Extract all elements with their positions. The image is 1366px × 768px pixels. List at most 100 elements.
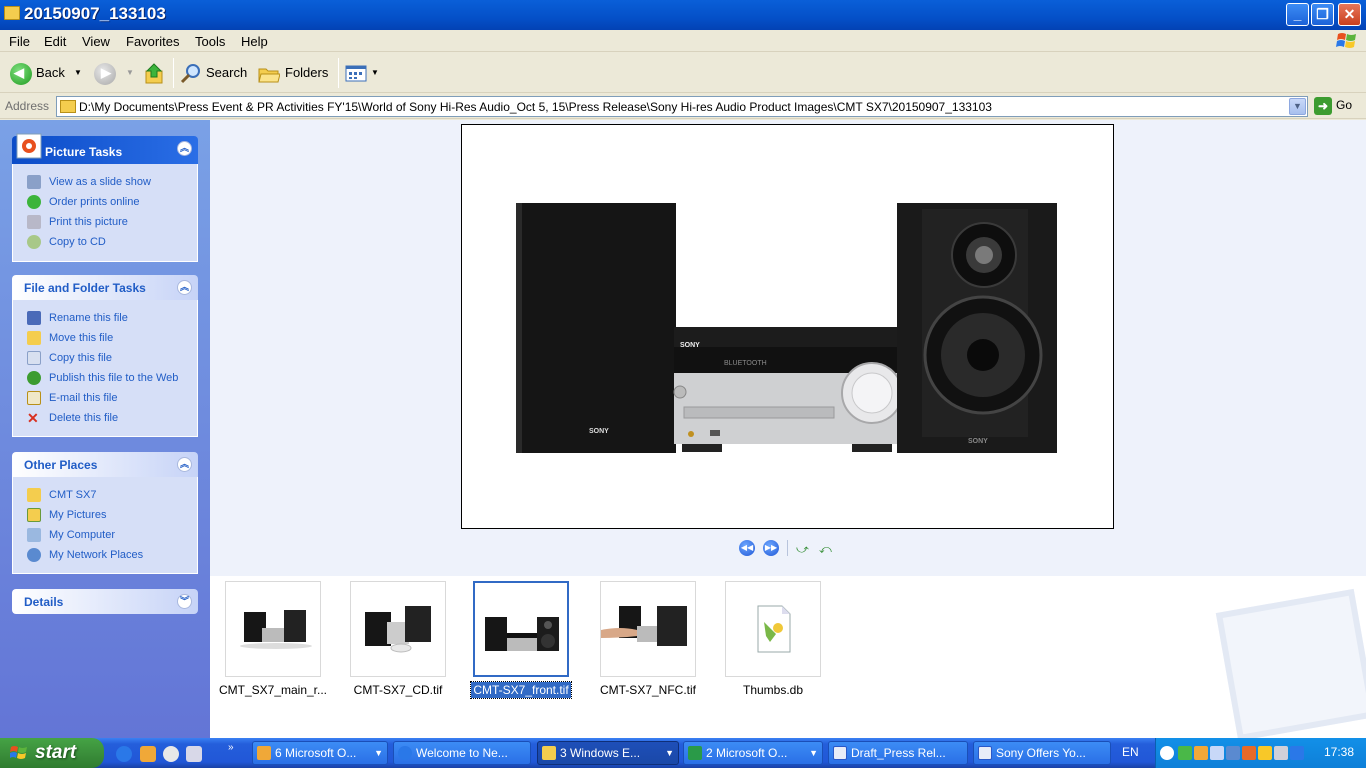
task-email-file[interactable]: E-mail this file (25, 388, 197, 408)
task-label: Order prints online (49, 196, 140, 208)
menu-help[interactable]: Help (241, 34, 268, 49)
bluetooth-tray-icon[interactable] (1290, 746, 1304, 760)
restore-button[interactable]: ❐ (1311, 3, 1334, 26)
file-folder-tasks-header[interactable]: File and Folder Tasks ︽ (12, 275, 198, 300)
up-folder-button[interactable] (144, 61, 168, 85)
taskbar-button[interactable]: Draft_Press Rel... (828, 741, 968, 765)
copy-icon (27, 351, 41, 365)
speaker-tray-icon[interactable] (1274, 746, 1288, 760)
close-button[interactable]: ✕ (1338, 3, 1361, 26)
search-label: Search (206, 65, 248, 80)
movie-maker-icon[interactable] (186, 746, 202, 762)
toolbar: ◀ Back ▼ ▶ ▼ Search Folders ▼ (0, 53, 1366, 93)
go-button[interactable]: ➜ Go (1314, 97, 1352, 115)
collapse-chevron-icon[interactable]: ︽ (177, 457, 192, 472)
taskbar-button[interactable]: 2 Microsoft O... ▼ (683, 741, 823, 765)
menu-file[interactable]: File (9, 34, 30, 49)
folder-icon (4, 6, 20, 20)
address-dropdown-button[interactable]: ▼ (1289, 98, 1306, 115)
task-print-picture[interactable]: Print this picture (25, 212, 197, 232)
file-thumbnail[interactable]: CMT_SX7_main_r... (219, 581, 327, 697)
tray-expand-icon[interactable] (1160, 746, 1174, 760)
back-button[interactable]: ◀ Back ▼ (8, 61, 84, 85)
task-delete-file[interactable]: ✕ Delete this file (25, 408, 197, 428)
move-icon (27, 331, 41, 345)
place-my-network[interactable]: My Network Places (25, 545, 197, 565)
picture-tasks-header[interactable]: Picture Tasks ︽ (12, 133, 198, 164)
rotate-counterclockwise-button[interactable]: ⤺ (819, 542, 832, 557)
file-thumbnail-selected[interactable]: CMT-SX7_front.tif (470, 581, 572, 699)
task-publish-web[interactable]: Publish this file to the Web (25, 368, 197, 388)
address-bar: Address D:\My Documents\Press Event & PR… (0, 94, 1366, 119)
network-tray-icon[interactable] (1210, 746, 1224, 760)
internet-explorer-icon[interactable] (116, 746, 132, 762)
task-rename-file[interactable]: Rename this file (25, 308, 197, 328)
task-view-slideshow[interactable]: View as a slide show (25, 172, 197, 192)
folders-button[interactable]: Folders (258, 61, 332, 85)
menu-view[interactable]: View (82, 34, 110, 49)
minimize-button[interactable]: _ (1286, 3, 1309, 26)
task-label: View as a slide show (49, 176, 151, 188)
speaker-brand-left: SONY (589, 428, 609, 435)
language-indicator[interactable]: EN (1122, 745, 1139, 759)
menu-edit[interactable]: Edit (44, 34, 66, 49)
folder-icon (542, 746, 556, 760)
taskbar: start » 6 Microsoft O... ▼ Welcome to Ne.… (0, 738, 1366, 768)
task-copy-to-cd[interactable]: Copy to CD (25, 232, 197, 252)
collapse-chevron-icon[interactable]: ︽ (177, 141, 192, 156)
place-my-computer[interactable]: My Computer (25, 525, 197, 545)
taskbar-button-active[interactable]: 3 Windows E... ▼ (537, 741, 679, 765)
display-tray-icon[interactable] (1226, 746, 1240, 760)
antivirus-icon[interactable] (1178, 746, 1192, 760)
collapse-chevron-icon[interactable]: ︽ (177, 280, 192, 295)
taskbar-button[interactable]: 6 Microsoft O... ▼ (252, 741, 388, 765)
back-dropdown-icon[interactable]: ▼ (74, 61, 82, 85)
place-cmt-sx7[interactable]: CMT SX7 (25, 485, 197, 505)
start-button[interactable]: start (0, 738, 104, 768)
thumbnail-picture (601, 606, 687, 646)
title-bar: 20150907_133103 _ ❐ ✕ (0, 0, 1366, 30)
updates-tray-icon[interactable] (1242, 746, 1256, 760)
internet-explorer-icon (398, 746, 412, 760)
task-order-prints[interactable]: Order prints online (25, 192, 197, 212)
views-button[interactable]: ▼ (345, 61, 381, 85)
forward-button[interactable]: ▶ ▼ (92, 61, 136, 85)
security-lock-icon[interactable] (1258, 746, 1272, 760)
taskbar-button[interactable]: Welcome to Ne... (393, 741, 531, 765)
details-header[interactable]: Details ︾ (12, 589, 198, 614)
file-name: CMT-SX7_front.tif (470, 681, 572, 699)
details-panel: Details ︾ (12, 589, 198, 614)
taskbar-button[interactable]: Sony Offers Yo... (973, 741, 1111, 765)
filmstrip-preview-area: SONY SONY BLUETOOTH SONY ◀◀ ▶▶ ⤻ ⤺ (210, 120, 1366, 576)
place-my-pictures[interactable]: My Pictures (25, 505, 197, 525)
menu-tools[interactable]: Tools (195, 34, 225, 49)
previous-image-button[interactable]: ◀◀ (739, 540, 755, 556)
search-button[interactable]: Search (180, 61, 252, 85)
outlook-icon[interactable] (140, 746, 156, 762)
forward-dropdown-icon[interactable]: ▼ (126, 61, 134, 85)
file-thumbnail[interactable]: Thumbs.db (725, 581, 821, 697)
task-move-file[interactable]: Move this file (25, 328, 197, 348)
task-copy-file[interactable]: Copy this file (25, 348, 197, 368)
other-places-body: CMT SX7 My Pictures My Computer My Netwo… (12, 477, 198, 574)
folder-icon (27, 488, 41, 502)
clock: 17:38 (1323, 745, 1354, 759)
picture-tasks-panel: Picture Tasks ︽ View as a slide show Ord… (12, 133, 198, 262)
outlook-tray-icon[interactable] (1194, 746, 1208, 760)
file-thumbnail[interactable]: CMT-SX7_NFC.tif (600, 581, 696, 697)
menu-favorites[interactable]: Favorites (126, 34, 179, 49)
media-player-icon[interactable] (163, 746, 179, 762)
task-label: My Pictures (49, 509, 107, 521)
file-name: CMT-SX7_NFC.tif (599, 683, 696, 697)
rotate-clockwise-button[interactable]: ⤻ (796, 542, 809, 557)
expand-chevron-icon[interactable]: ︾ (177, 594, 192, 609)
other-places-header[interactable]: Other Places ︽ (12, 452, 198, 477)
unit-bluetooth-label: BLUETOOTH (724, 360, 767, 367)
next-image-button[interactable]: ▶▶ (763, 540, 779, 556)
file-thumbnail[interactable]: CMT-SX7_CD.tif (350, 581, 446, 697)
address-field[interactable]: D:\My Documents\Press Event & PR Activit… (56, 96, 1308, 117)
panel-title: Picture Tasks (45, 145, 123, 159)
task-label: Publish this file to the Web (49, 372, 179, 384)
quick-launch-expand-icon[interactable]: » (228, 742, 238, 758)
folder-watermark-image (1215, 588, 1366, 742)
